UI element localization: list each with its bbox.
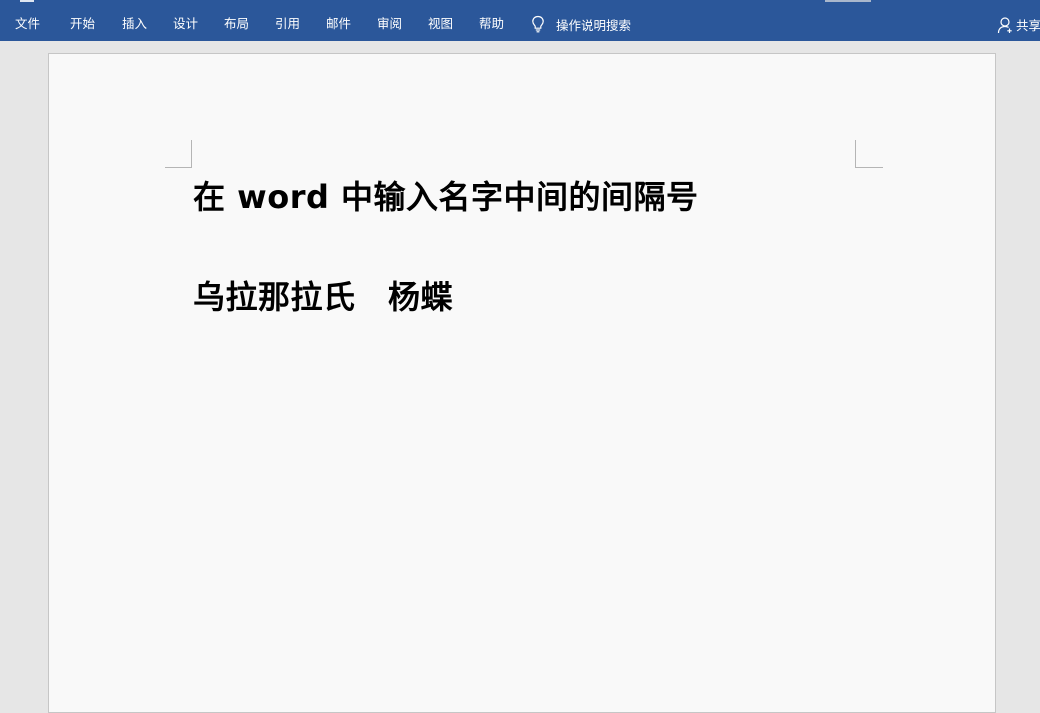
lightbulb-icon [531,15,545,33]
share-label: 共享 [1016,18,1040,33]
person-icon [997,16,1013,34]
tab-review[interactable]: 审阅 [377,16,402,32]
tab-view[interactable]: 视图 [428,16,453,32]
tab-insert[interactable]: 插入 [122,16,147,32]
tab-home[interactable]: 开始 [70,16,95,32]
margin-corner-top-right [855,167,883,168]
margin-corner-top-left [191,140,192,168]
document-page[interactable]: 在 word 中输入名字中间的间隔号 乌拉那拉氏 杨蝶 [48,53,996,713]
title-bar-remnant [20,0,34,2]
tab-mailings[interactable]: 邮件 [326,16,351,32]
title-bar-indicator [825,0,871,2]
document-text-line[interactable]: 在 word 中输入名字中间的间隔号 [193,172,699,218]
tell-me-label: 操作说明搜索 [556,17,632,33]
ribbon-bar: 文件 开始 插入 设计 布局 引用 邮件 审阅 视图 帮助 操作说明搜索 共享 [0,0,1040,41]
tell-me-search[interactable]: 操作说明搜索 [531,14,631,34]
document-text-line[interactable]: 乌拉那拉氏 杨蝶 [193,272,453,318]
tab-layout[interactable]: 布局 [224,16,249,32]
tab-help[interactable]: 帮助 [479,16,504,32]
tab-references[interactable]: 引用 [275,16,300,32]
margin-corner-top-left [165,167,192,168]
share-button[interactable]: 共享 [997,15,1040,34]
tab-design[interactable]: 设计 [173,16,198,32]
tab-file[interactable]: 文件 [15,16,40,32]
margin-corner-top-right [855,140,856,168]
